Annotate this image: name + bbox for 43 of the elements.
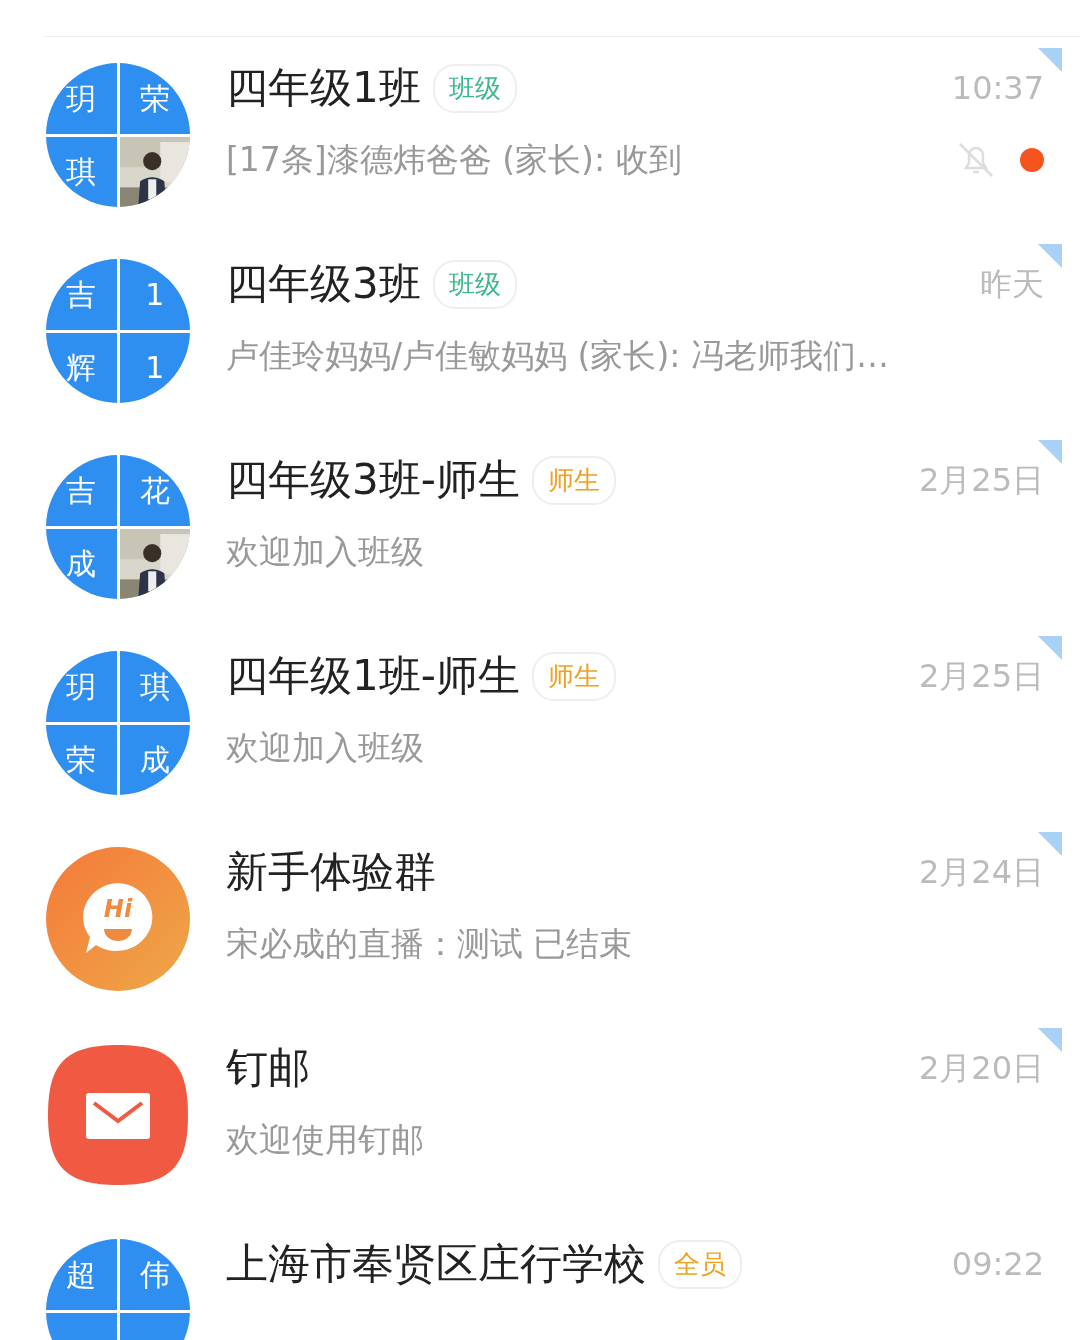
chat-title: 四年级1班 — [226, 63, 421, 114]
chat-title: 新手体验群 — [226, 847, 436, 898]
avatar-character: 花 — [139, 471, 170, 510]
avatar-character: 超 — [66, 1255, 97, 1294]
chat-title: 四年级3班-师生 — [226, 455, 520, 506]
group-tag: 师生 — [531, 455, 616, 505]
chat-title: 上海市奉贤区庄行学校 — [226, 1239, 646, 1290]
avatar-character: 琪 — [66, 153, 97, 192]
group-tag: 全员 — [658, 1239, 742, 1289]
avatar-character: 辉 — [66, 349, 97, 388]
avatar-character: 玥 — [66, 667, 97, 706]
avatar-character: 伟 — [139, 1255, 170, 1294]
timestamp: 昨天 — [980, 264, 1044, 306]
chat-title: 四年级3班 — [226, 259, 421, 310]
avatar-character: 1 — [145, 349, 165, 388]
timestamp: 10:37 — [951, 68, 1044, 110]
avatar-character: 玥 — [66, 79, 97, 118]
message-preview: 宋必成的直播：测试 已结束 — [226, 923, 633, 966]
message-preview: 欢迎使用钉邮 — [226, 1119, 424, 1162]
group-chat-logo: Hi — [46, 847, 190, 991]
message-preview: 欢迎加入班级 — [226, 727, 424, 770]
avatar-character: 琪 — [139, 667, 170, 706]
avatar-character: 吉 — [66, 275, 97, 314]
avatar-character: 吉 — [66, 471, 97, 510]
timestamp: 09:22 — [951, 1244, 1044, 1286]
message-preview: [17条]漆德炜爸爸 (家长): 收到 — [226, 139, 682, 182]
timestamp: 2月25日 — [918, 656, 1044, 698]
message-preview: 欢迎加入班级 — [226, 531, 424, 574]
chat-title: 四年级1班-师生 — [226, 651, 520, 702]
group-tag: 班级 — [432, 259, 517, 309]
avatar-character: 荣 — [139, 79, 170, 118]
avatar-character: 荣 — [66, 741, 97, 780]
mail-app-icon — [46, 1043, 190, 1187]
group-tag: 师生 — [531, 651, 616, 701]
chat-title: 钉邮 — [226, 1043, 310, 1094]
message-preview: 卢佳玲妈妈/卢佳敏妈妈 (家长): 冯老师我们… — [226, 335, 889, 378]
timestamp: 2月25日 — [918, 460, 1044, 502]
avatar-character: 1 — [145, 275, 165, 314]
timestamp: 2月24日 — [918, 852, 1044, 894]
avatar-character: 成 — [139, 741, 170, 780]
timestamp: 2月20日 — [918, 1048, 1044, 1090]
avatar-character: 成 — [66, 545, 97, 584]
group-tag: 班级 — [432, 63, 517, 113]
